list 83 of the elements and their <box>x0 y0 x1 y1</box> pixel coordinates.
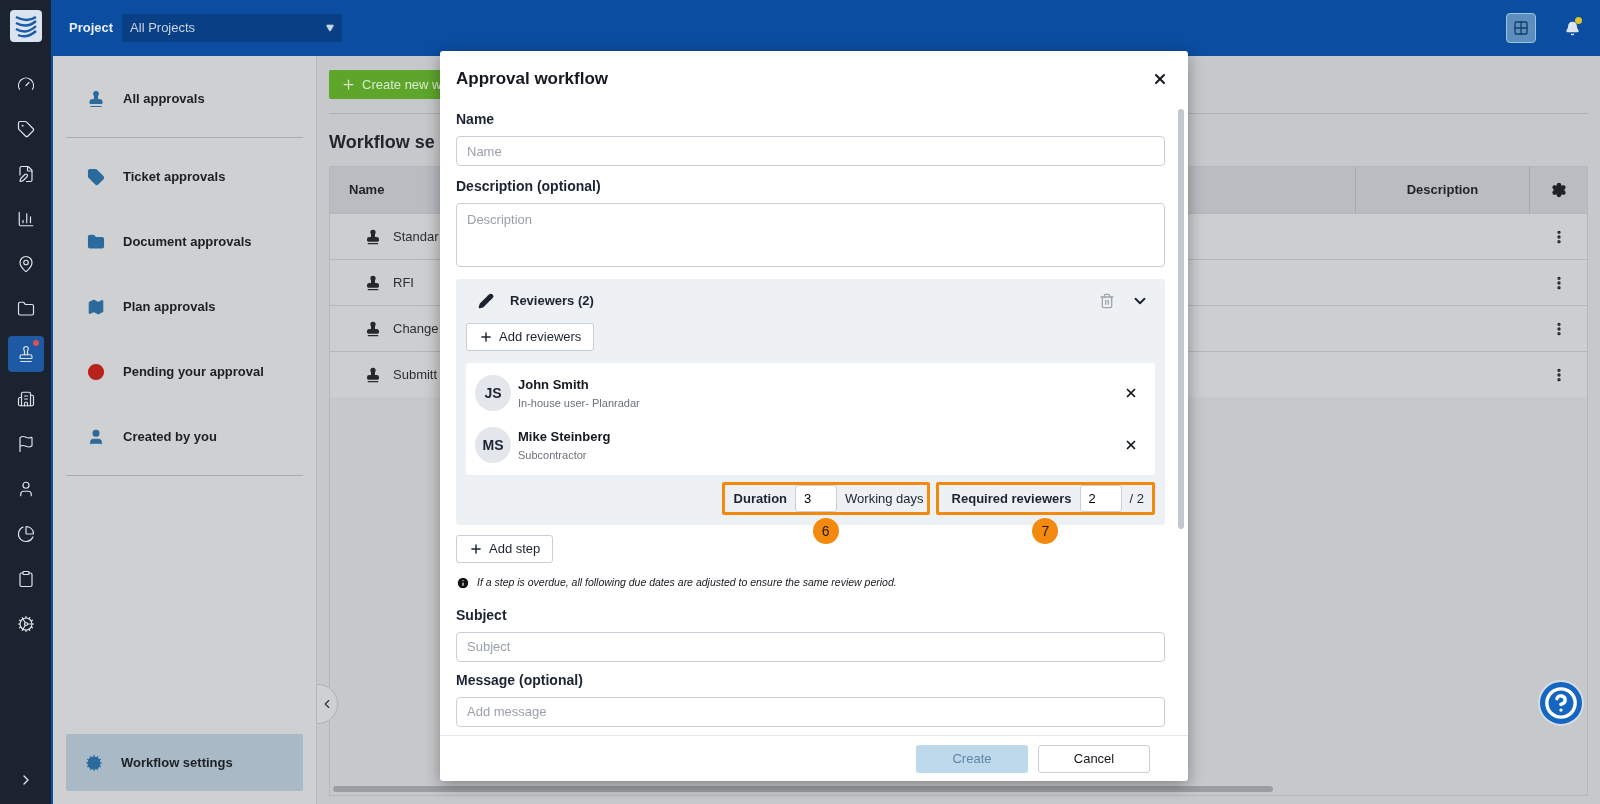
sidebar-item[interactable]: Document approvals <box>66 209 303 274</box>
clipboard-icon <box>16 570 35 588</box>
stamp-icon <box>87 89 105 108</box>
sidebar-item[interactable]: Pending your approval <box>66 339 303 404</box>
column-header: Description <box>1406 181 1479 200</box>
pin-icon <box>16 255 35 273</box>
help-icon <box>1544 686 1578 720</box>
tag-icon <box>16 120 35 138</box>
sidebar-item[interactable]: Created by you <box>66 404 303 469</box>
avatar: MS <box>475 427 511 463</box>
dialog-title: Approval workflow <box>456 68 609 91</box>
plus-icon <box>479 330 493 344</box>
project-label: Project <box>69 19 114 38</box>
logo-icon[interactable] <box>9 10 42 42</box>
flag-icon <box>16 435 35 453</box>
field-label: Description (optional) <box>456 177 602 196</box>
sidebar-item[interactable]: Workflow settings <box>66 734 303 791</box>
required-reviewers-input[interactable]: 2 <box>1079 485 1122 512</box>
grid-icon <box>1513 20 1529 36</box>
info-icon <box>456 575 470 590</box>
reviewer-role: In-house user- Planradar <box>518 395 640 411</box>
horizontal-scrollbar[interactable] <box>333 786 1273 792</box>
remove-button[interactable] <box>1124 438 1138 452</box>
plus-icon <box>469 542 483 556</box>
input-field[interactable]: Subject <box>456 631 1165 662</box>
annotation-number: 7 <box>1032 518 1059 544</box>
reviewer-name: John Smith <box>518 376 590 394</box>
add-reviewers-button[interactable]: Add reviewers <box>466 323 595 351</box>
vertical-scrollbar[interactable] <box>1178 109 1184 529</box>
pencil-icon[interactable] <box>478 293 494 309</box>
field-label: Subject <box>456 605 508 625</box>
reviewer-total: / 2 <box>1129 489 1144 508</box>
user-icon <box>87 427 105 446</box>
file-edit-icon <box>16 165 35 183</box>
column-header: Name <box>348 181 385 200</box>
apps-button[interactable] <box>1506 13 1536 43</box>
bell-icon <box>1564 20 1580 36</box>
stamp-icon <box>365 274 381 291</box>
duration-unit: Working days <box>845 489 924 508</box>
field-label: Message (optional) <box>456 670 584 690</box>
close-icon <box>1124 438 1138 452</box>
avatar: JS <box>475 375 511 411</box>
annotation-number: 6 <box>812 518 839 544</box>
cancel-button[interactable]: Cancel <box>1038 744 1150 773</box>
pie-chart-icon <box>16 525 35 543</box>
close-icon <box>1152 71 1168 87</box>
tag-icon <box>87 167 105 186</box>
duration-input[interactable]: 3 <box>795 485 838 512</box>
close-icon <box>1124 386 1138 400</box>
info-note: If a step is overdue, all following due dates are adjusted to ensure the same review period. <box>477 575 897 590</box>
table-cell-text: RFI <box>393 273 414 292</box>
map-icon <box>87 297 105 316</box>
page-title: Workflow se <box>329 131 435 154</box>
table-cell-text: Standar <box>393 227 439 246</box>
duration-label: Duration <box>733 489 788 508</box>
text-area[interactable]: Description <box>456 203 1165 267</box>
building-icon <box>16 390 35 408</box>
required-reviewers-label: Required reviewers <box>951 489 1072 508</box>
reviewer-name: Mike Steinberg <box>518 428 611 446</box>
table-cell-text: Submitt <box>393 365 438 384</box>
folder-icon <box>87 232 105 251</box>
reviewer-role: Subcontractor <box>518 447 588 463</box>
table-cell-text: Change <box>393 319 439 338</box>
add-step-button[interactable]: Add step <box>456 535 554 563</box>
gauge-icon <box>16 75 35 93</box>
stamp-icon <box>365 366 381 383</box>
step-title: Reviewers (2) <box>510 292 594 311</box>
sidebar-item[interactable]: Plan approvals <box>66 274 303 339</box>
input-field[interactable]: Add message <box>456 696 1165 727</box>
stamp-icon <box>365 228 381 245</box>
input-field[interactable]: Name <box>456 136 1165 166</box>
field-label: Name <box>456 110 496 129</box>
caret-icon <box>326 24 335 32</box>
folder-icon <box>16 300 35 318</box>
project-select[interactable]: All Projects <box>122 14 343 42</box>
chart-icon <box>16 210 35 228</box>
plus-icon <box>341 77 356 92</box>
remove-button[interactable] <box>1124 386 1138 400</box>
sidebar-item[interactable]: Ticket approvals <box>66 144 303 209</box>
sidebar-item[interactable]: All approvals <box>66 66 303 131</box>
stamp-icon <box>365 320 381 337</box>
stamp-icon <box>16 345 35 363</box>
rail-button[interactable] <box>7 336 44 372</box>
